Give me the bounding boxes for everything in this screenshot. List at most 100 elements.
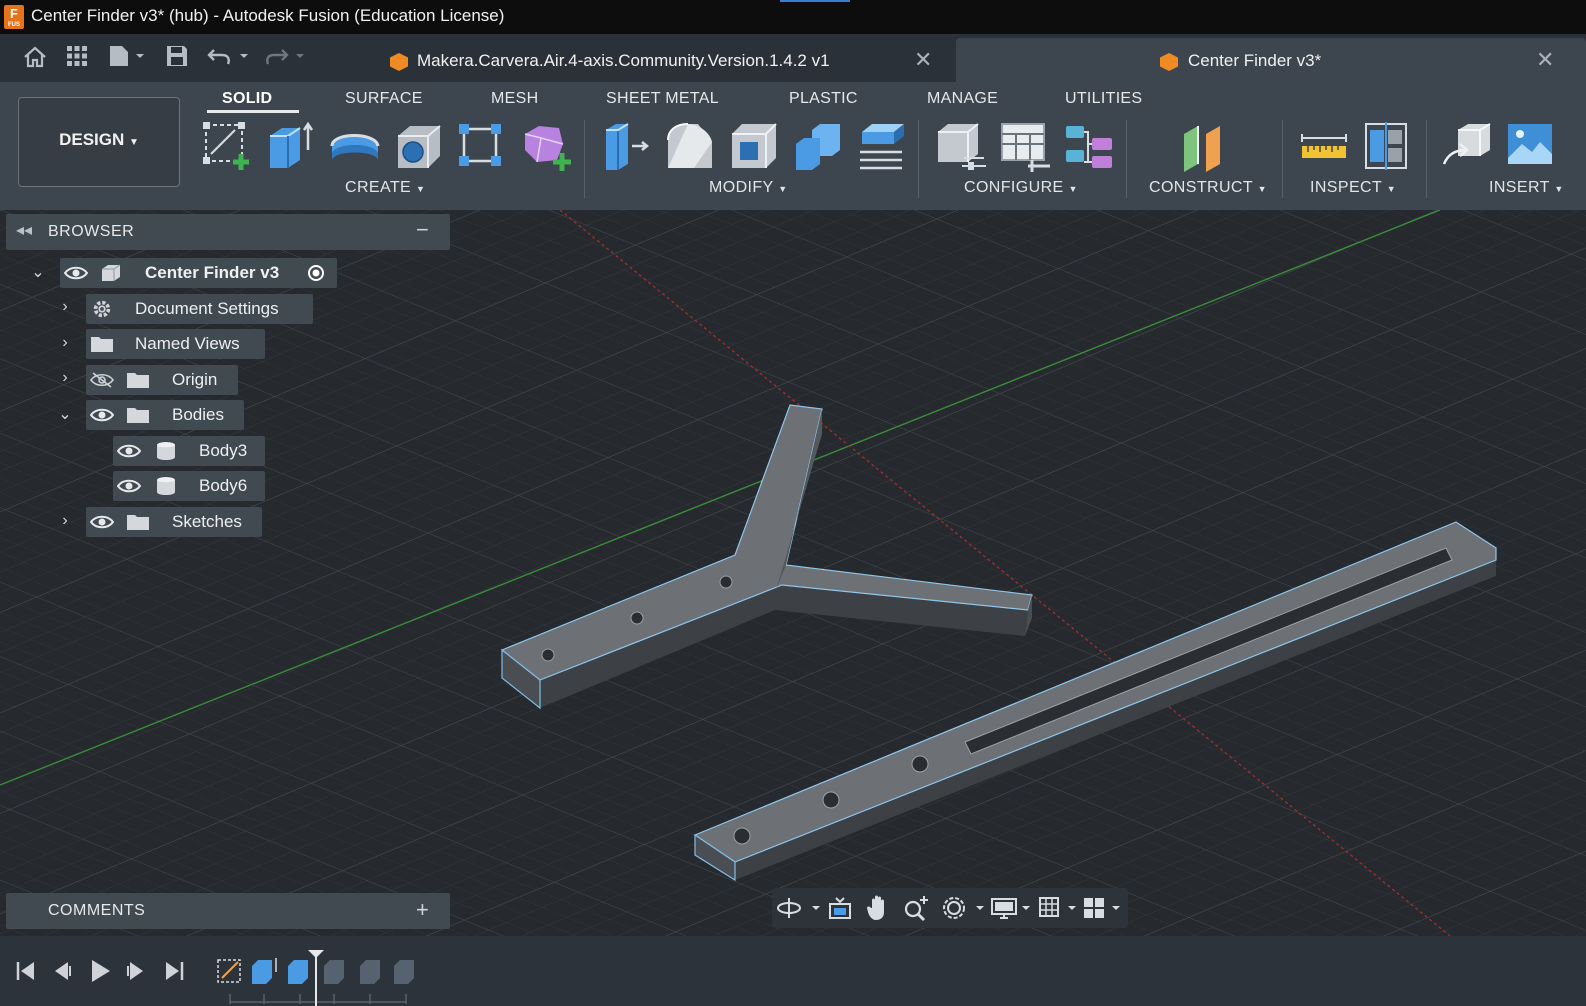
chevron-right-icon[interactable]: › <box>55 334 75 352</box>
go-to-start-icon[interactable] <box>14 960 38 982</box>
tab-center-finder[interactable]: Center Finder v3* ✕ <box>956 38 1586 82</box>
tree-item-label: Named Views <box>135 334 240 353</box>
go-to-end-icon[interactable] <box>162 960 186 982</box>
tree-item-body6[interactable]: Body6 <box>113 471 265 501</box>
timeline-sketch-icon <box>217 959 241 983</box>
tree-item-origin[interactable]: Origin <box>86 365 238 395</box>
grid-icon[interactable] <box>65 44 89 72</box>
pattern-icon[interactable] <box>455 120 505 170</box>
pan-hand-icon[interactable] <box>866 894 892 922</box>
measure-icon[interactable] <box>1298 120 1348 170</box>
folder-icon <box>127 515 149 530</box>
add-comment-icon[interactable]: + <box>416 897 429 923</box>
tree-item-label: Sketches <box>172 512 242 531</box>
group-create[interactable]: CREATE ▼ <box>345 179 425 197</box>
activate-radio-icon[interactable] <box>307 264 325 282</box>
configuration-rules-icon[interactable] <box>1062 120 1112 170</box>
offset-faces-icon[interactable] <box>856 120 906 170</box>
comments-panel-header[interactable]: COMMENTS + <box>6 893 450 929</box>
folder-icon <box>91 337 113 352</box>
timeline-extrude-suppressed-icon <box>394 960 414 984</box>
chevron-right-icon[interactable]: › <box>55 512 75 530</box>
tab-mesh[interactable]: MESH <box>491 90 538 108</box>
chevron-down-icon[interactable]: ⌄ <box>55 404 75 424</box>
eye-icon[interactable] <box>117 443 141 459</box>
document-cube-icon <box>1160 53 1178 71</box>
group-insert[interactable]: INSERT ▼ <box>1489 179 1564 197</box>
tree-item-sketches[interactable]: Sketches <box>86 507 262 537</box>
tab-plastic[interactable]: PLASTIC <box>789 90 858 108</box>
tree-item-named-views[interactable]: Named Views <box>86 329 265 359</box>
gear-icon <box>93 300 111 318</box>
workspace-switcher[interactable]: DESIGN ▼ <box>18 97 180 187</box>
grid-settings-icon[interactable] <box>1038 896 1082 920</box>
eye-icon[interactable] <box>90 514 114 530</box>
home-icon[interactable] <box>22 44 48 72</box>
create-form-icon[interactable] <box>519 120 571 171</box>
play-icon[interactable] <box>88 958 112 984</box>
hole-icon[interactable] <box>392 120 442 170</box>
group-construct[interactable]: CONSTRUCT ▼ <box>1149 179 1267 197</box>
eye-icon[interactable] <box>117 478 141 494</box>
eye-hidden-icon[interactable] <box>90 372 114 388</box>
eye-icon[interactable] <box>64 265 88 281</box>
browser-panel-header[interactable]: ◂◂ BROWSER − <box>6 214 450 250</box>
close-icon[interactable]: ✕ <box>914 47 932 73</box>
divider <box>584 120 585 198</box>
chevron-right-icon[interactable]: › <box>55 369 75 387</box>
orbit-icon[interactable] <box>776 896 822 920</box>
offset-plane-icon[interactable] <box>1180 120 1230 172</box>
chevron-right-icon[interactable]: › <box>55 298 75 316</box>
tab-solid[interactable]: SOLID <box>222 90 272 108</box>
tree-item-label: Body3 <box>199 441 248 460</box>
timeline-features[interactable] <box>212 946 422 1006</box>
combine-icon[interactable] <box>792 120 842 170</box>
tab-surface[interactable]: SURFACE <box>345 90 423 108</box>
minimize-icon[interactable]: − <box>416 217 429 243</box>
tab-utilities[interactable]: UTILITIES <box>1065 90 1142 108</box>
tab-manage[interactable]: MANAGE <box>927 90 998 108</box>
timeline-extrude-suppressed-icon <box>324 960 344 984</box>
tab-sheet-metal[interactable]: SHEET METAL <box>606 90 719 108</box>
close-icon[interactable]: ✕ <box>1536 47 1554 73</box>
tree-item-body3[interactable]: Body3 <box>113 436 265 466</box>
tree-item-label: Body6 <box>199 476 248 495</box>
insert-derive-icon[interactable] <box>1442 120 1492 170</box>
press-pull-icon[interactable] <box>600 120 650 170</box>
step-forward-icon[interactable] <box>124 960 148 982</box>
progress-indicator <box>780 0 850 2</box>
tab-label: Makera.Carvera.Air.4-axis.Community.Vers… <box>417 51 830 70</box>
configure-model-icon[interactable] <box>934 120 986 170</box>
comments-title: COMMENTS <box>48 902 146 919</box>
tree-item-document-settings[interactable]: Document Settings <box>86 294 313 324</box>
fillet-icon[interactable] <box>664 120 714 170</box>
section-analysis-icon[interactable] <box>1362 120 1412 170</box>
fit-view-icon[interactable] <box>942 896 988 920</box>
revolve-icon[interactable] <box>328 120 380 170</box>
undo-icon[interactable] <box>206 44 252 72</box>
insert-canvas-icon[interactable] <box>1506 120 1556 170</box>
save-icon[interactable] <box>165 44 189 72</box>
extrude-icon[interactable] <box>264 120 314 170</box>
collapse-panel-icon[interactable]: ◂◂ <box>16 220 32 240</box>
look-at-icon[interactable] <box>828 896 852 920</box>
group-modify[interactable]: MODIFY ▼ <box>709 179 788 197</box>
tree-root-component[interactable]: Center Finder v3 <box>60 258 337 288</box>
group-inspect[interactable]: INSPECT ▼ <box>1310 179 1396 197</box>
timeline-extrude-suppressed-icon <box>360 960 380 984</box>
tab-makera-carvera[interactable]: Makera.Carvera.Air.4-axis.Community.Vers… <box>370 38 955 82</box>
step-back-icon[interactable] <box>50 960 74 982</box>
redo-icon[interactable] <box>264 44 310 72</box>
shell-icon[interactable] <box>728 120 778 170</box>
zoom-icon[interactable] <box>902 894 932 922</box>
viewports-icon[interactable] <box>1082 896 1126 920</box>
divider <box>918 120 919 198</box>
tree-item-bodies[interactable]: Bodies <box>86 400 244 430</box>
display-settings-icon[interactable] <box>990 896 1036 920</box>
eye-icon[interactable] <box>90 407 114 423</box>
file-icon[interactable] <box>108 44 148 72</box>
group-configure[interactable]: CONFIGURE ▼ <box>964 179 1078 197</box>
configuration-table-icon[interactable] <box>998 120 1050 172</box>
create-sketch-icon[interactable] <box>201 120 251 170</box>
chevron-down-icon[interactable]: ⌄ <box>28 262 48 282</box>
